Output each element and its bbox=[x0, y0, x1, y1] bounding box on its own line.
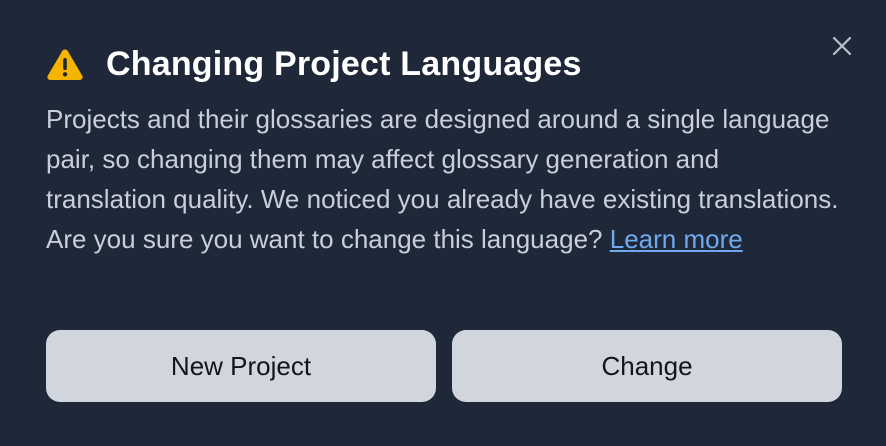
close-button[interactable] bbox=[830, 34, 854, 58]
close-icon bbox=[832, 36, 852, 56]
change-button[interactable]: Change bbox=[452, 330, 842, 402]
dialog-actions: New Project Change bbox=[46, 330, 842, 402]
dialog-header: Changing Project Languages bbox=[46, 44, 582, 84]
dialog-message: Projects and their glossaries are design… bbox=[46, 99, 846, 259]
learn-more-link[interactable]: Learn more bbox=[610, 224, 743, 254]
language-change-dialog: Changing Project Languages Projects and … bbox=[0, 0, 886, 446]
new-project-button[interactable]: New Project bbox=[46, 330, 436, 402]
dialog-title: Changing Project Languages bbox=[106, 45, 582, 83]
warning-triangle-icon bbox=[46, 46, 84, 82]
